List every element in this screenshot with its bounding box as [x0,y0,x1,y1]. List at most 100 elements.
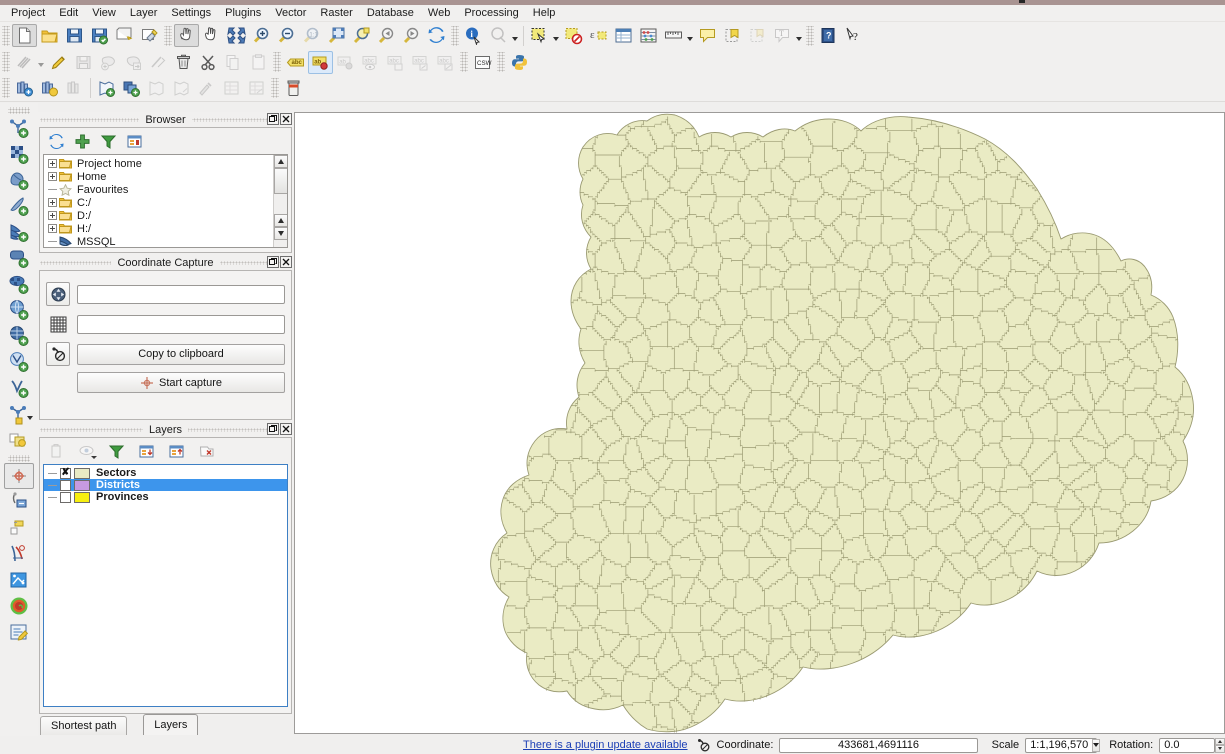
float-icon[interactable] [267,423,279,435]
coordinate-capture-button[interactable] [4,463,34,489]
road-graph-button[interactable] [4,541,34,567]
toolbar-grip[interactable] [271,78,279,98]
menu-project[interactable]: Project [4,6,52,20]
current-edits-button[interactable] [12,51,37,74]
add-raster-layer-button[interactable] [62,77,87,100]
toolbar-grip[interactable] [2,52,10,72]
pan-hand-button[interactable] [199,24,224,47]
expand-icon[interactable] [48,224,57,233]
close-icon[interactable] [280,113,292,125]
browser-tree-item[interactable]: C:/ [44,196,287,209]
text-annotation-button[interactable]: T [770,24,795,47]
zoom-to-layer-button[interactable] [349,24,374,47]
menu-web[interactable]: Web [421,6,457,20]
deselect-features-button[interactable] [561,24,586,47]
menu-help[interactable]: Help [526,6,563,20]
measure-dropdown-caret[interactable] [687,36,693,41]
chevron-down-icon[interactable] [91,456,97,459]
add-virtual-layer-button[interactable] [4,375,34,401]
add-postgis-layer-button[interactable] [4,219,34,245]
zoom-out-button[interactable] [274,24,299,47]
open-layer-styling-button[interactable] [44,440,68,462]
crs-choose-button[interactable] [46,282,70,306]
menu-vector[interactable]: Vector [268,6,313,20]
canvas-coordinate-button[interactable] [46,312,70,336]
processing-toolbox-button[interactable] [4,619,34,645]
toolbar-grip[interactable] [460,52,468,72]
add-wcs-layer-button[interactable] [4,323,34,349]
close-icon[interactable] [280,423,292,435]
add-feature-button[interactable] [96,51,121,74]
layers-list[interactable]: ✘ Sectors Districts Provinces [43,464,288,707]
messages-icon[interactable] [696,737,711,753]
filter-legend-button[interactable] [104,440,128,462]
pan-map-button[interactable] [174,24,199,47]
filter-browser-button[interactable] [96,130,120,152]
toolbar-grip[interactable] [806,25,814,46]
add-wfs-layer-button[interactable] [4,349,34,375]
python-console-button[interactable] [507,51,532,74]
browser-tree-item[interactable]: H:/ [44,222,287,235]
current-edits-dropdown-caret[interactable] [38,63,44,67]
browser-tree-item[interactable]: Favourites [44,183,287,196]
toolbar-grip[interactable] [8,107,30,114]
copy-features-button[interactable] [221,51,246,74]
add-mssql-layer-button[interactable] [4,271,34,297]
menu-edit[interactable]: Edit [52,6,85,20]
crs-coordinate-input[interactable] [77,284,285,304]
open-project-button[interactable] [37,24,62,47]
paste-features-button[interactable] [246,51,271,74]
toolbar-grip[interactable] [2,78,10,98]
highlight-pinned-labels-button[interactable]: ab [308,50,333,74]
new-memory-layer-button[interactable] [169,77,194,100]
zoom-next-button[interactable] [399,24,424,47]
toolbar-grip[interactable] [164,25,172,46]
add-mesh-layer-button[interactable] [4,167,34,193]
open-table-button[interactable] [219,77,244,100]
coordinate-value[interactable]: 433681,4691116 [779,737,978,753]
move-label-button[interactable]: abc [383,51,408,74]
edit-table-button[interactable] [244,77,269,100]
layer-visibility-checkbox[interactable]: ✘ [60,467,71,479]
rotation-decrement[interactable] [1214,745,1225,753]
open-attribute-table-button[interactable] [611,24,636,47]
delete-selected-button[interactable] [171,51,196,74]
new-project-button[interactable] [12,24,37,47]
toolbar-grip[interactable] [451,25,459,46]
topology-checker-button[interactable] [4,515,34,541]
toolbar-grip[interactable] [8,455,30,462]
expand-icon[interactable] [48,198,57,207]
node-tool-button[interactable] [146,51,171,74]
toolbar-grip[interactable] [497,52,505,72]
refresh-browser-button[interactable] [44,130,68,152]
layer-row[interactable]: Provinces [44,491,287,503]
collapse-all-button[interactable] [122,130,146,152]
rotation-spinner[interactable] [1214,737,1225,753]
map-tips-dropdown-caret[interactable] [512,36,518,41]
browser-tree[interactable]: Project home Home Favourites C:/D:/H:/MSSQL [43,154,288,248]
close-icon[interactable] [280,256,292,268]
add-spatialite-layer-button[interactable] [4,245,34,271]
select-features-button[interactable] [527,24,552,47]
menu-layer[interactable]: Layer [123,6,165,20]
change-label-button[interactable]: abc [433,51,458,74]
menu-processing[interactable]: Processing [457,6,525,20]
georeferencer-button[interactable] [194,77,219,100]
chevron-down-icon[interactable] [1092,738,1101,752]
expand-icon[interactable] [48,211,57,220]
map-tips-button[interactable] [486,24,511,47]
annotation-button[interactable] [695,24,720,47]
layer-row[interactable]: ✘ Sectors [44,467,287,479]
refresh-button[interactable] [424,24,449,47]
menu-database[interactable]: Database [360,6,421,20]
manage-map-themes-button[interactable] [74,440,98,462]
pin-labels-button[interactable]: ab [333,51,358,74]
rotation-increment[interactable] [1214,737,1225,745]
add-vector-layer-button[interactable] [4,115,34,141]
select-features-dropdown-caret[interactable] [553,36,559,41]
data-source-manager-button[interactable] [12,77,37,100]
add-wms-layer-button[interactable] [4,297,34,323]
annotation-dropdown-caret[interactable] [796,36,802,41]
browser-scrollbar[interactable] [273,155,287,247]
cut-features-button[interactable] [196,51,221,74]
